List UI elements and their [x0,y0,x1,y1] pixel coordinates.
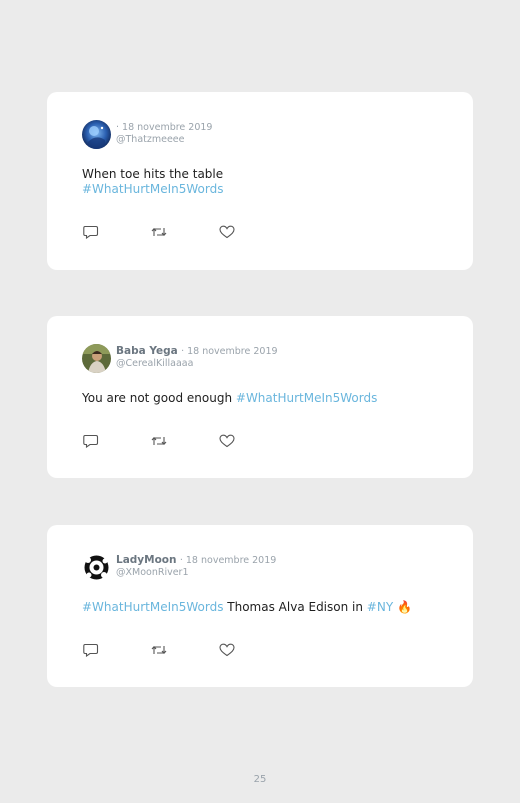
tweet-header: Baba Yega · 18 novembre 2019 @CerealKill… [82,344,278,374]
page-number: 25 [253,774,267,785]
retweet-icon[interactable] [151,643,167,657]
tweet-card: Baba Yega · 18 novembre 2019 @CerealKill… [47,316,473,478]
reply-icon[interactable] [83,434,99,448]
tweet-header: LadyMoon · 18 novembre 2019 @XMoonRiver1 [82,553,276,583]
user-handle[interactable]: @Thatzmeeee [116,134,212,146]
tweet-text: You are not good enough #WhatHurtMeIn5Wo… [82,391,377,406]
tweet-date: · 18 novembre 2019 [179,555,277,566]
user-handle[interactable]: @CerealKillaaaa [116,358,278,370]
hashtag-link[interactable]: #WhatHurtMeIn5Words [236,391,377,405]
display-name[interactable]: LadyMoon [116,554,177,566]
like-icon[interactable] [219,643,235,657]
hashtag-link[interactable]: #WhatHurtMeIn5Words [82,182,223,197]
tweet-text-segment: You are not good enough [82,391,236,405]
avatar[interactable] [82,344,111,373]
like-icon[interactable] [219,434,235,448]
like-icon[interactable] [219,225,235,239]
reply-icon[interactable] [83,225,99,239]
tweet-text: When toe hits the table #WhatHurtMeIn5Wo… [82,167,223,197]
tweet-date: · 18 novembre 2019 [181,346,278,357]
tweet-card: · 18 novembre 2019 @Thatzmeeee When toe … [47,92,473,270]
tweet-actions [83,643,235,657]
tweet-date: · 18 novembre 2019 [116,122,213,133]
user-handle[interactable]: @XMoonRiver1 [116,567,276,579]
tweet-text-segment: Thomas Alva Edison in [223,600,367,614]
hashtag-link[interactable]: #WhatHurtMeIn5Words [82,600,223,614]
tweet-card: LadyMoon · 18 novembre 2019 @XMoonRiver1… [47,525,473,687]
reply-icon[interactable] [83,643,99,657]
tweet-actions [83,434,235,448]
avatar[interactable] [82,553,111,582]
tweet-text: #WhatHurtMeIn5Words Thomas Alva Edison i… [82,600,412,615]
retweet-icon[interactable] [151,225,167,239]
display-name[interactable]: Baba Yega [116,345,178,357]
avatar[interactable] [82,120,111,149]
tweet-actions [83,225,235,239]
tweet-header: · 18 novembre 2019 @Thatzmeeee [82,120,212,150]
tweet-text-segment: When toe hits the table [82,167,224,181]
fire-emoji: 🔥 [397,600,412,614]
hashtag-link[interactable]: #NY [367,600,393,614]
retweet-icon[interactable] [151,434,167,448]
